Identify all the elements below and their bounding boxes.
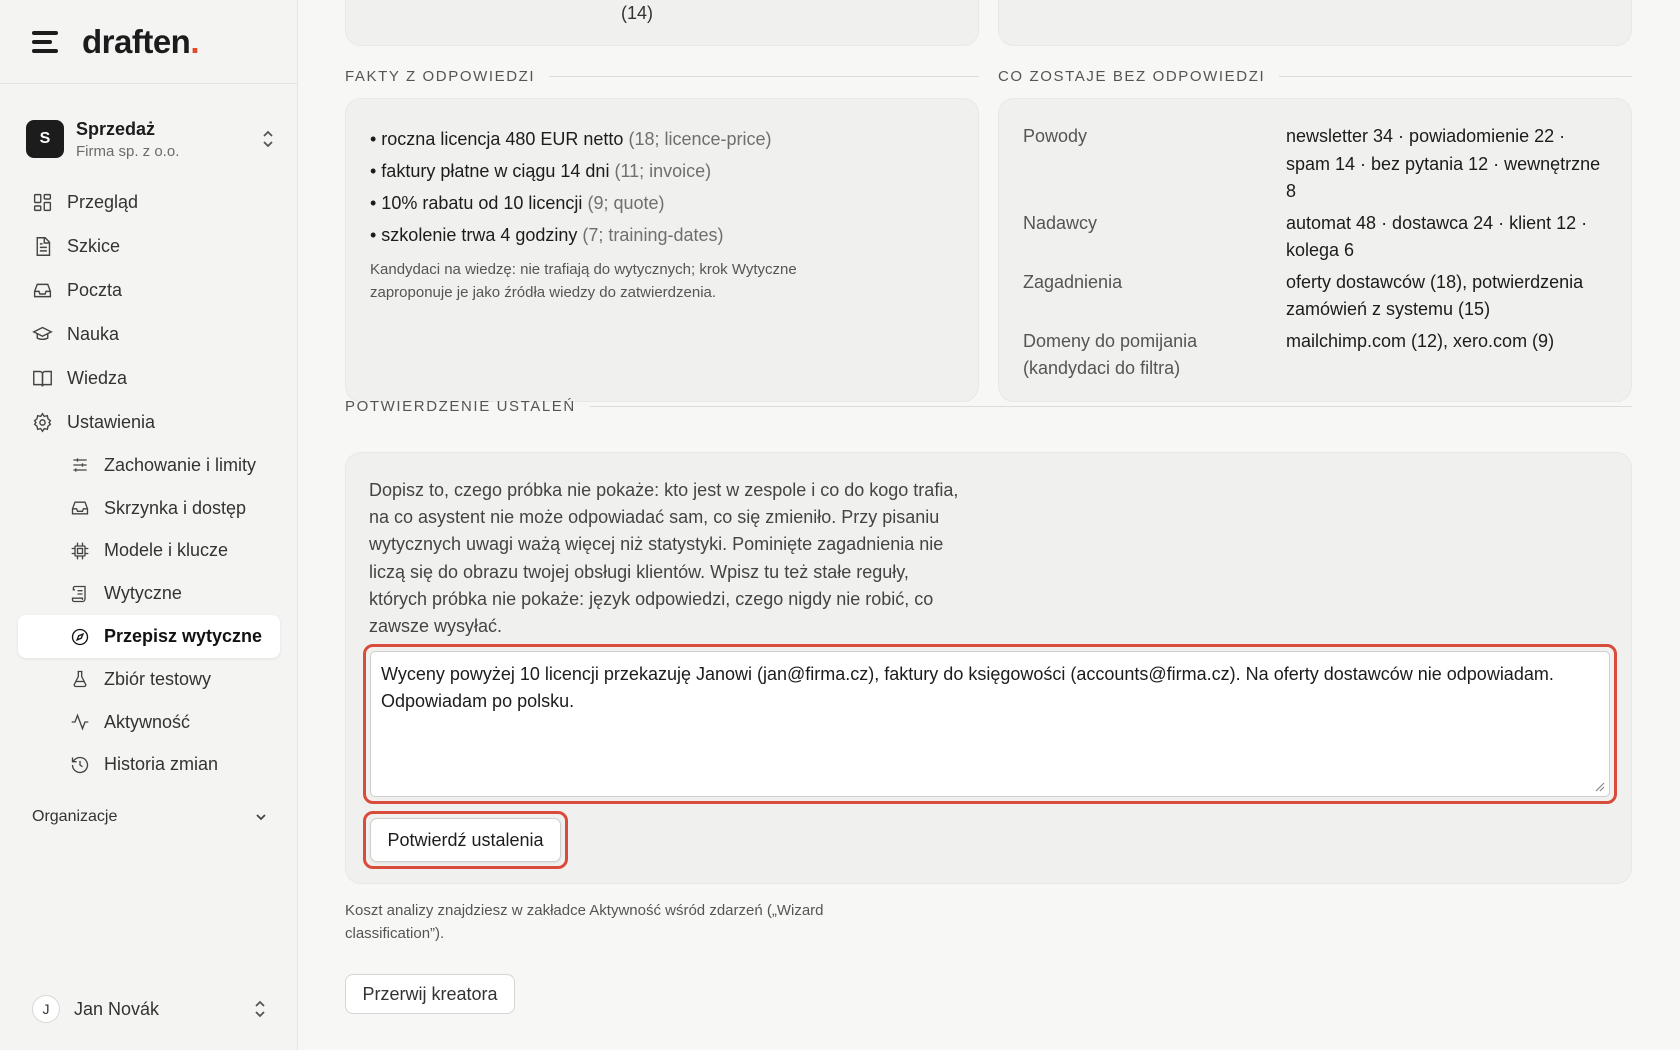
sub-item-label: Modele i klucze xyxy=(104,540,229,561)
abort-wizard-button[interactable]: Przerwij kreatora xyxy=(345,974,515,1014)
confirm-title: POTWIERDZENIE USTALEŃ xyxy=(345,398,576,415)
confirm-instructions: Dopisz to, czego próbka nie pokaże: kto … xyxy=(369,480,959,637)
sub-item-label: Historia zmian xyxy=(104,754,219,775)
sub-item-przepisz-wytyczne[interactable]: Przepisz wytyczne xyxy=(18,615,280,658)
graduation-cap-icon xyxy=(32,326,53,340)
kv-row: Nadawcy automat 48 · dostawca 24 · klient… xyxy=(1023,212,1588,261)
flask-icon xyxy=(73,671,87,688)
activity-icon xyxy=(71,713,89,731)
fact-item: • roczna licencja 480 EUR netto (18; lic… xyxy=(370,129,772,149)
organizations-label: Organizacje xyxy=(32,808,118,825)
divider xyxy=(1279,76,1632,77)
logo[interactable]: draften. xyxy=(82,23,199,61)
unanswered-section-heading: CO ZOSTAJE BEZ ODPOWIEDZI xyxy=(998,68,1632,85)
book-icon xyxy=(33,370,52,387)
sub-item-aktywnosc[interactable]: Aktywność xyxy=(18,701,280,744)
kv-row: Domeny do pomijania (kandydaci do filtra… xyxy=(1023,330,1555,379)
workspace-company: Firma sp. z o.o. xyxy=(76,142,180,160)
nav-item-szkice[interactable]: Szkice xyxy=(18,224,280,268)
kv-row: Powody newsletter 34 · powiadomienie 22 ·… xyxy=(1023,126,1601,201)
previous-card-left: (14) xyxy=(345,0,979,46)
notes-textarea[interactable]: Wyceny powyżej 10 licencji przekazuję Ja… xyxy=(370,651,1610,797)
dashboard-icon xyxy=(33,193,52,211)
nav-item-label: Szkice xyxy=(67,235,121,256)
hamburger-menu-icon[interactable] xyxy=(32,30,60,53)
confirm-button-highlight: Potwierdź ustalenia xyxy=(363,811,568,869)
confirm-findings-button[interactable]: Potwierdź ustalenia xyxy=(370,818,561,862)
user-menu[interactable]: J Jan Novák xyxy=(32,994,268,1024)
fact-item: • szkolenie trwa 4 godziny (7; training-… xyxy=(370,225,724,245)
chevron-down-icon xyxy=(256,814,266,821)
nav-item-ustawienia[interactable]: Ustawienia xyxy=(18,400,280,444)
kv-row: Zagadnienia oferty dostawców (18), potwie… xyxy=(1023,271,1584,320)
notes-textarea-value: Wyceny powyżej 10 licencji przekazuję Ja… xyxy=(381,664,1554,712)
nav-item-label: Wiedza xyxy=(67,367,128,388)
nav-item-label: Nauka xyxy=(67,323,120,344)
sub-item-zachowanie-i-limity[interactable]: Zachowanie i limity xyxy=(18,444,280,487)
sub-item-label: Wytyczne xyxy=(104,583,182,604)
fact-item: • faktury płatne w ciągu 14 dni (11; inv… xyxy=(370,161,712,181)
document-icon xyxy=(36,236,51,256)
unanswered-card: Powody newsletter 34 · powiadomienie 22 ·… xyxy=(998,98,1632,402)
resize-handle-icon[interactable] xyxy=(1595,782,1605,792)
fact-item: • 10% rabatu od 10 licencji (9; quote) xyxy=(370,193,665,213)
main-nav: Przegląd Szkice Poczta Nauka Wiedza Usta… xyxy=(18,180,280,786)
chevron-up-down-icon xyxy=(263,130,273,148)
count-label: (14) xyxy=(621,3,654,23)
sliders-icon xyxy=(73,458,87,473)
sub-item-zbior-testowy[interactable]: Zbiór testowy xyxy=(18,658,280,701)
nav-item-label: Przegląd xyxy=(67,191,139,212)
nav-item-label: Ustawienia xyxy=(67,411,156,432)
workspace-name: Sprzedaż xyxy=(76,118,156,139)
gear-icon xyxy=(33,411,52,433)
nav-item-wiedza[interactable]: Wiedza xyxy=(18,356,280,400)
history-icon xyxy=(71,756,89,774)
sidebar: draften. S Sprzedaż Firma sp. z o.o. Prz… xyxy=(0,0,298,1050)
brand-bar: draften. xyxy=(0,0,297,84)
nav-item-label: Poczta xyxy=(67,279,123,300)
sub-item-wytyczne[interactable]: Wytyczne xyxy=(18,572,280,615)
sub-item-historia-zmian[interactable]: Historia zmian xyxy=(18,744,280,787)
chevron-up-down-icon xyxy=(255,1000,265,1018)
inbox-icon xyxy=(71,501,89,515)
facts-card: • roczna licencja 480 EUR netto (18; lic… xyxy=(345,98,979,402)
organizations-toggle[interactable]: Organizacje xyxy=(32,808,268,826)
compass-icon xyxy=(71,628,89,645)
nav-item-nauka[interactable]: Nauka xyxy=(18,312,280,356)
notes-textarea-highlight: Wyceny powyżej 10 licencji przekazuję Ja… xyxy=(363,644,1617,804)
sub-item-modele-i-klucze[interactable]: Modele i klucze xyxy=(18,530,280,573)
nav-item-przeglad[interactable]: Przegląd xyxy=(18,180,280,224)
sub-item-label: Skrzynka i dostęp xyxy=(104,497,247,518)
user-name: Jan Novák xyxy=(74,998,160,1019)
sub-item-skrzynka-i-dostep[interactable]: Skrzynka i dostęp xyxy=(18,487,280,530)
sub-item-label: Przepisz wytyczne xyxy=(104,626,263,647)
sub-item-label: Zbiór testowy xyxy=(104,668,212,689)
facts-section-heading: FAKTY Z ODPOWIEDZI xyxy=(345,68,979,85)
cost-note: Koszt analizy znajdziesz w zakładce Akty… xyxy=(345,902,824,942)
divider xyxy=(549,76,979,77)
user-avatar: J xyxy=(32,995,60,1023)
divider xyxy=(589,406,1632,407)
nav-item-poczta[interactable]: Poczta xyxy=(18,268,280,312)
main-content: (14) FAKTY Z ODPOWIEDZI CO ZOSTAJE BEZ O… xyxy=(298,0,1680,1050)
unanswered-title: CO ZOSTAJE BEZ ODPOWIEDZI xyxy=(998,68,1266,85)
scroll-icon xyxy=(71,585,86,602)
confirm-section-heading: POTWIERDZENIE USTALEŃ xyxy=(345,398,1632,415)
inbox-icon xyxy=(33,283,52,297)
workspace-switcher[interactable]: S Sprzedaż Firma sp. z o.o. xyxy=(26,114,276,164)
confirm-card: Dopisz to, czego próbka nie pokaże: kto … xyxy=(345,452,1632,884)
facts-title: FAKTY Z ODPOWIEDZI xyxy=(345,68,536,85)
knowledge-candidates-note: Kandydaci na wiedzę: nie trafiają do wyt… xyxy=(370,261,797,301)
workspace-avatar: S xyxy=(26,120,64,158)
previous-card-right xyxy=(998,0,1632,46)
chip-icon xyxy=(71,542,89,560)
sub-item-label: Zachowanie i limity xyxy=(104,454,257,475)
sub-item-label: Aktywność xyxy=(104,711,191,732)
